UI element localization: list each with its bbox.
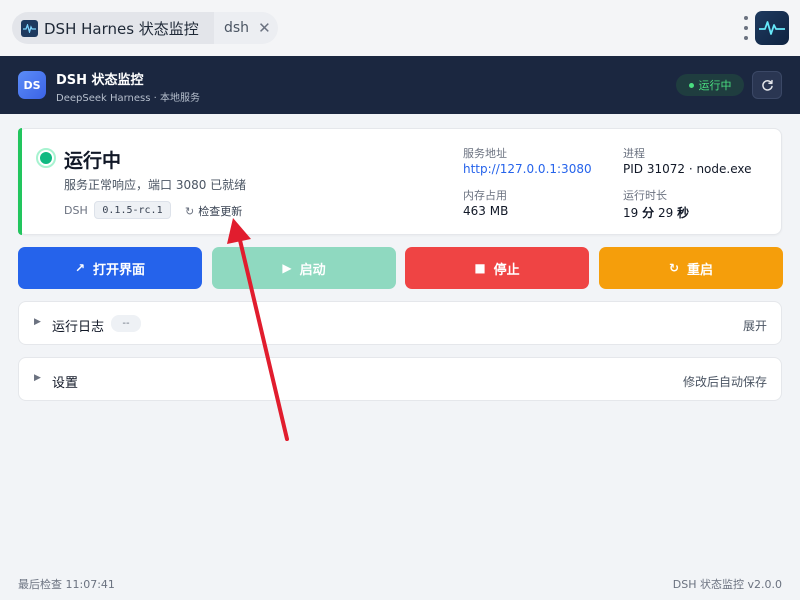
memory-label: 内存占用 [463,189,507,202]
app-version: DSH 状态监控 v2.0.0 [672,578,782,591]
autosave-hint: 修改后自动保存 [682,375,767,389]
refresh-icon: ↻ [185,204,195,218]
stop-button[interactable]: ■ 停止 [405,247,589,289]
stop-icon: ■ [474,261,486,275]
play-icon: ▶ [282,261,292,275]
memory-value: 463 MB [463,204,509,218]
open-ui-label: 打开界面 [93,262,146,278]
version-label: DSH [64,204,88,217]
uptime-minutes-unit: 分 [642,206,655,220]
chevron-right-icon: ▶ [34,373,41,383]
log-panel-header[interactable]: ▶ 运行日志 -- 展开 [18,301,782,345]
status-card: 运行中 服务正常响应，端口 3080 已就绪 DSH 0.1.5-rc.1 ↻ … [18,128,782,235]
start-button[interactable]: ▶ 启动 [212,247,396,289]
app-logo: DS [18,71,46,99]
restart-button[interactable]: ↻ 重启 [599,247,783,289]
app-subtitle: DeepSeek Harness · 本地服务 [56,93,201,104]
tab-dsh[interactable]: dsh ✕ [214,12,278,44]
service-address-link[interactable]: http://127.0.0.1:3080 [463,162,592,176]
open-ui-button[interactable]: ↗ 打开界面 [18,247,202,289]
status-dot-icon [688,82,694,88]
start-label: 启动 [299,262,326,278]
log-panel-title: 运行日志 [52,320,105,335]
status-badge-label: 运行中 [698,79,732,92]
process-value: PID 31072 · node.exe [623,162,752,176]
uptime-seconds: 29 [657,206,674,220]
check-update-label: 检查更新 [198,205,243,218]
pulse-icon[interactable] [755,11,789,45]
external-arrow-icon: ↗ [74,261,86,275]
tab-dsh-monitor[interactable]: DSH Harnes 状态监控 [12,12,212,44]
version-badge: 0.1.5-rc.1 [94,201,171,219]
log-count-badge: -- [111,315,141,332]
settings-panel-header[interactable]: ▶ 设置 修改后自动保存 [18,357,782,401]
stop-label: 停止 [493,262,520,278]
address-label: 服务地址 [463,147,507,160]
expand-toggle[interactable]: 展开 [743,317,767,334]
status-description: 服务正常响应，端口 3080 已就绪 [64,178,247,192]
status-title: 运行中 [64,150,122,172]
app-title: DSH 状态监控 [56,73,144,88]
uptime-value: 19 分 29 秒 [623,204,689,221]
refresh-button[interactable] [752,71,782,99]
check-update-link[interactable]: ↻ 检查更新 [185,203,242,219]
tab-title: DSH Harnes 状态监控 [44,19,199,38]
kebab-menu-icon[interactable] [741,16,751,40]
uptime-minutes: 19 [623,206,639,220]
last-check-time: 最后检查 11:07:41 [18,578,115,591]
window-tab-strip: DSH Harnes 状态监控 dsh ✕ [0,0,800,56]
uptime-seconds-unit: 秒 [677,206,690,220]
status-badge: 运行中 [676,74,744,96]
running-indicator-icon [36,148,56,168]
pulse-icon [21,19,38,37]
refresh-icon [761,79,773,91]
settings-panel-title: 设置 [52,376,79,391]
app-header: DS DSH 状态监控 DeepSeek Harness · 本地服务 运行中 [0,56,800,114]
tab-title: dsh [224,20,250,36]
process-label: 进程 [623,147,645,160]
close-icon[interactable]: ✕ [258,20,271,36]
refresh-icon: ↻ [668,261,680,275]
restart-label: 重启 [687,262,714,278]
chevron-right-icon: ▶ [34,317,41,327]
uptime-label: 运行时长 [623,189,667,202]
